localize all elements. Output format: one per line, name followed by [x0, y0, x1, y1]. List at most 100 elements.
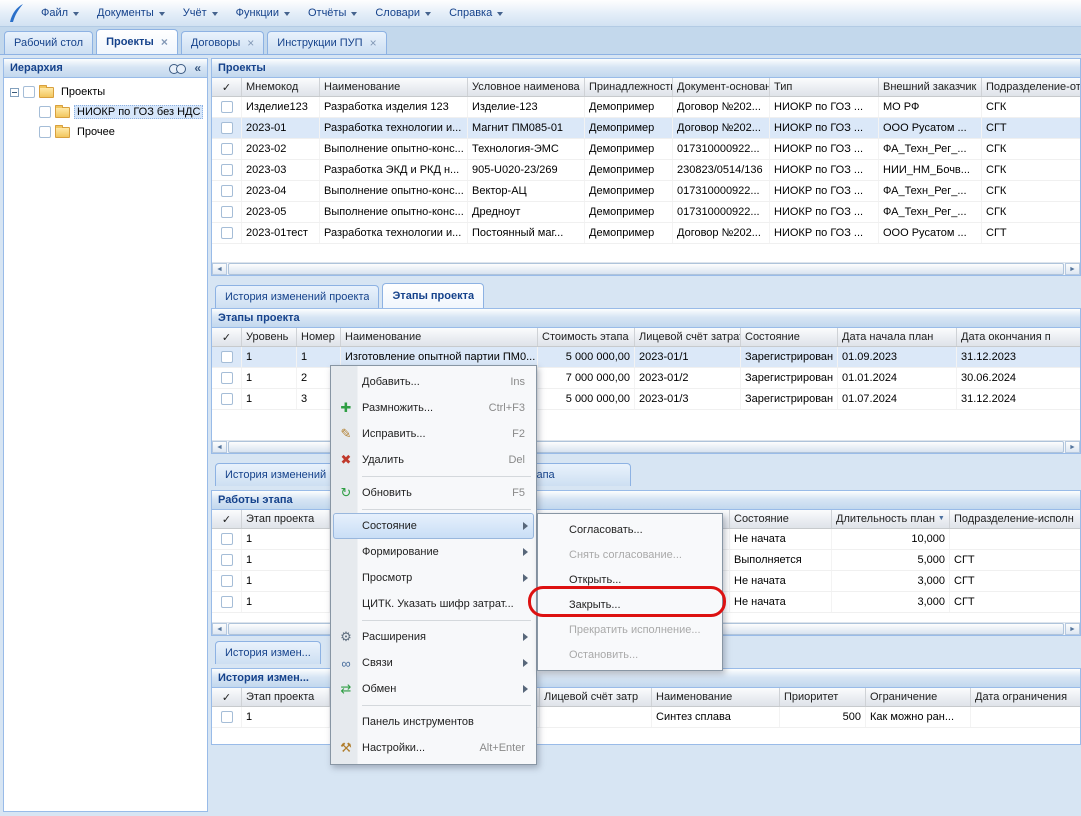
menu-item-file[interactable]: Файл — [32, 3, 88, 23]
column-header-state[interactable]: Состояние — [730, 510, 832, 528]
menu-item-state[interactable]: Состояние — [333, 513, 534, 539]
menu-item-approve[interactable]: Согласовать... — [540, 517, 720, 542]
scroll-left-button[interactable]: ◄ — [212, 441, 227, 453]
grid-row[interactable]: 2023-03Разработка ЭКД и РКД н...905-U020… — [212, 160, 1080, 181]
column-header-select[interactable]: ✓ — [212, 688, 242, 706]
stages-tab-project-stages[interactable]: Этапы проекта — [382, 283, 484, 308]
scroll-left-button[interactable]: ◄ — [212, 263, 227, 275]
row-checkbox[interactable] — [221, 393, 233, 405]
column-header-limit[interactable]: Ограничение — [866, 688, 971, 706]
column-header-select[interactable]: ✓ — [212, 510, 242, 528]
column-header-customer[interactable]: Внешний заказчик — [879, 78, 982, 96]
row-checkbox[interactable] — [221, 351, 233, 363]
grid-row[interactable]: 2023-01Разработка технологии и...Магнит … — [212, 118, 1080, 139]
menu-item-delete[interactable]: ✖УдалитьDel — [333, 447, 534, 473]
row-checkbox[interactable] — [221, 227, 233, 239]
column-header-select[interactable]: ✓ — [212, 328, 242, 346]
column-header-account[interactable]: Лицевой счёт затр — [540, 688, 652, 706]
main-tab-contracts[interactable]: Договоры× — [181, 31, 264, 54]
stages-tab-project-history[interactable]: История изменений проекта — [215, 285, 379, 308]
row-checkbox[interactable] — [221, 533, 233, 545]
row-checkbox[interactable] — [221, 711, 233, 723]
menu-item-formation[interactable]: Формирование — [333, 539, 534, 565]
row-checkbox[interactable] — [221, 143, 233, 155]
column-header-account[interactable]: Лицевой счёт затрат — [635, 328, 741, 346]
scroll-thumb[interactable] — [228, 263, 1064, 275]
tab-close-icon[interactable]: × — [161, 37, 168, 47]
collapse-panel-icon[interactable]: « — [194, 61, 201, 75]
menu-item-toolbar-panel[interactable]: Панель инструментов — [333, 709, 534, 735]
tree-node-niokr-goz-no-vat[interactable]: НИОКР по ГОЗ без НДС — [4, 102, 207, 122]
menu-item-help[interactable]: Справка — [440, 3, 512, 23]
grid-row[interactable]: 2023-04Выполнение опытно-конс...Вектор-А… — [212, 181, 1080, 202]
tree-node-projects-root[interactable]: Проекты — [4, 82, 207, 102]
menu-item-extensions[interactable]: ⚙Расширения — [333, 624, 534, 650]
menu-item-dictionaries[interactable]: Словари — [366, 3, 440, 23]
column-header-select[interactable]: ✓ — [212, 78, 242, 96]
column-header-doc[interactable]: Документ-основан — [673, 78, 770, 96]
column-header-department[interactable]: Подразделение-от — [982, 78, 1081, 96]
column-header-state[interactable]: Состояние — [741, 328, 838, 346]
column-header-level[interactable]: Уровень — [242, 328, 297, 346]
row-checkbox[interactable] — [221, 575, 233, 587]
main-tab-pup-instructions[interactable]: Инструкции ПУП× — [267, 31, 386, 54]
menu-item-functions[interactable]: Функции — [227, 3, 299, 23]
column-header-alias[interactable]: Условное наименова — [468, 78, 585, 96]
menu-item-duplicate[interactable]: ✚Размножить...Ctrl+F3 — [333, 395, 534, 421]
tree-checkbox[interactable] — [23, 86, 35, 98]
scroll-right-button[interactable]: ► — [1065, 623, 1080, 635]
projects-hscrollbar[interactable]: ◄ ► — [212, 262, 1080, 275]
history-tab-work-history[interactable]: История измен... — [215, 641, 321, 664]
menu-item-view[interactable]: Просмотр — [333, 565, 534, 591]
grid-row[interactable]: Изделие123Разработка изделия 123Изделие-… — [212, 97, 1080, 118]
column-header-belong[interactable]: Принадлежность — [585, 78, 673, 96]
menu-item-documents[interactable]: Документы — [88, 3, 174, 23]
menu-item-add[interactable]: Добавить...Ins — [333, 369, 534, 395]
menu-item-reports[interactable]: Отчёты — [299, 3, 366, 23]
row-checkbox[interactable] — [221, 372, 233, 384]
row-checkbox[interactable] — [221, 101, 233, 113]
grid-row[interactable]: 2023-01тестРазработка технологии и...Пос… — [212, 223, 1080, 244]
column-header-start[interactable]: Дата начала план — [838, 328, 957, 346]
menu-item-exchange[interactable]: ⇄Обмен — [333, 676, 534, 702]
tab-close-icon[interactable]: × — [370, 38, 377, 48]
column-header-duration[interactable]: Длительность план▼ — [832, 510, 950, 528]
scroll-right-button[interactable]: ► — [1065, 441, 1080, 453]
column-header-priority[interactable]: Приоритет — [780, 688, 866, 706]
column-header-limit_date[interactable]: Дата ограничения — [971, 688, 1081, 706]
main-tab-projects[interactable]: Проекты× — [96, 29, 178, 54]
menu-item-accounting[interactable]: Учёт — [174, 3, 227, 23]
row-checkbox[interactable] — [221, 185, 233, 197]
tree-expander-icon[interactable] — [10, 88, 19, 97]
menu-item-citk-cost-code[interactable]: ЦИТК. Указать шифр затрат... — [333, 591, 534, 617]
tree-node-other[interactable]: Прочее — [4, 122, 207, 142]
row-checkbox[interactable] — [221, 206, 233, 218]
menu-item-settings[interactable]: ⚒Настройки...Alt+Enter — [333, 735, 534, 761]
search-binoculars-icon[interactable] — [169, 64, 186, 73]
grid-row[interactable]: 2023-02Выполнение опытно-конс...Технолог… — [212, 139, 1080, 160]
row-checkbox[interactable] — [221, 164, 233, 176]
column-header-mnemo[interactable]: Мнемокод — [242, 78, 320, 96]
column-header-cost[interactable]: Стоимость этапа — [538, 328, 635, 346]
column-header-name[interactable]: Наименование — [341, 328, 538, 346]
tab-close-icon[interactable]: × — [247, 38, 254, 48]
column-header-department[interactable]: Подразделение-исполн — [950, 510, 1081, 528]
column-header-type[interactable]: Тип — [770, 78, 879, 96]
column-header-stage[interactable]: Этап проекта — [242, 688, 330, 706]
column-header-name[interactable]: Наименование — [320, 78, 468, 96]
column-header-end[interactable]: Дата окончания п — [957, 328, 1081, 346]
column-header-name[interactable]: Наименование — [652, 688, 780, 706]
menu-item-refresh[interactable]: ↻ОбновитьF5 — [333, 480, 534, 506]
menu-item-links[interactable]: ∞Связи — [333, 650, 534, 676]
column-header-number[interactable]: Номер — [297, 328, 341, 346]
row-checkbox[interactable] — [221, 122, 233, 134]
menu-item-edit[interactable]: ✎Исправить...F2 — [333, 421, 534, 447]
main-tab-desktop[interactable]: Рабочий стол — [4, 31, 93, 54]
row-checkbox[interactable] — [221, 554, 233, 566]
scroll-right-button[interactable]: ► — [1065, 263, 1080, 275]
tree-checkbox[interactable] — [39, 126, 51, 138]
row-checkbox[interactable] — [221, 596, 233, 608]
scroll-left-button[interactable]: ◄ — [212, 623, 227, 635]
tree-checkbox[interactable] — [39, 106, 51, 118]
grid-row[interactable]: 2023-05Выполнение опытно-конс...Дредноут… — [212, 202, 1080, 223]
